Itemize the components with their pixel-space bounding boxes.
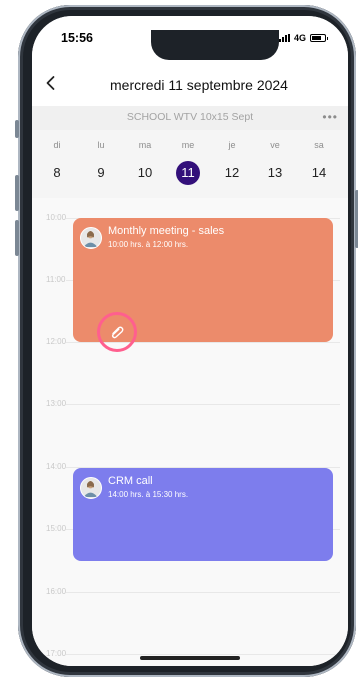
hour-label: 11:00	[46, 275, 66, 284]
selected-day-number: 11	[176, 161, 200, 185]
battery-icon	[310, 34, 328, 42]
day-name: je	[228, 140, 236, 150]
day-number: 10	[137, 165, 153, 180]
page-title: mercredi 11 septembre 2024	[110, 77, 288, 93]
event-crm-call[interactable]: CRM call 14:00 hrs. à 15:30 hrs.	[73, 468, 333, 561]
calendar-bar: SCHOOL WTV 10x15 Sept •••	[32, 106, 348, 130]
hour-label: 15:00	[46, 524, 67, 533]
hour-label: 17:00	[46, 649, 67, 658]
hour-line	[66, 592, 340, 593]
day-name: di	[53, 140, 61, 150]
day-name: ve	[270, 140, 280, 150]
day-name: sa	[314, 140, 324, 150]
hour-label: 13:00	[46, 399, 67, 408]
notch	[151, 30, 279, 60]
app-header: mercredi 11 septembre 2024	[32, 62, 348, 106]
status-time: 15:56	[61, 31, 93, 45]
day-number: 14	[311, 165, 327, 180]
volume-up-button	[15, 175, 19, 211]
paperclip-icon[interactable]	[109, 324, 125, 340]
mute-switch	[15, 120, 19, 138]
day-number: 12	[224, 165, 240, 180]
calendar-name[interactable]: SCHOOL WTV 10x15 Sept	[32, 111, 348, 123]
event-title: CRM call	[108, 475, 153, 487]
more-dots-icon[interactable]: •••	[322, 110, 338, 124]
avatar	[80, 477, 102, 499]
signal-icon	[278, 34, 290, 42]
event-monthly-meeting[interactable]: Monthly meeting - sales 10:00 hrs. à 12:…	[73, 218, 333, 352]
status-icons: 4G	[278, 33, 328, 43]
volume-down-button	[15, 220, 19, 256]
week-strip: di 8 lu 9 ma 10 me 11 je 12 ve 13 sa 14	[32, 130, 348, 198]
phone-screen: 15:56 4G mercredi 11 septembre 2024 SCHO…	[32, 16, 348, 666]
day-number: 9	[97, 165, 105, 180]
hour-label: 16:00	[46, 587, 67, 596]
hour-line	[66, 654, 340, 655]
event-time: 10:00 hrs. à 12:00 hrs.	[108, 240, 189, 249]
day-name: ma	[138, 140, 152, 150]
day-number: 8	[53, 165, 61, 180]
hour-label: 12:00	[46, 337, 67, 346]
day-name: me	[181, 140, 195, 150]
day-name: lu	[97, 140, 105, 150]
hour-label: 10:00	[46, 213, 67, 222]
day-number: 13	[267, 165, 283, 180]
hour-label: 14:00	[46, 462, 67, 471]
event-title: Monthly meeting - sales	[108, 225, 225, 237]
hour-line	[66, 404, 340, 405]
day-timeline[interactable]: 10:00 11:00 12:00 13:00 14:00 15:00 16:0…	[32, 198, 348, 666]
home-indicator[interactable]	[140, 656, 240, 660]
avatar	[80, 227, 102, 249]
network-type: 4G	[293, 33, 306, 43]
event-time: 14:00 hrs. à 15:30 hrs.	[108, 490, 189, 499]
